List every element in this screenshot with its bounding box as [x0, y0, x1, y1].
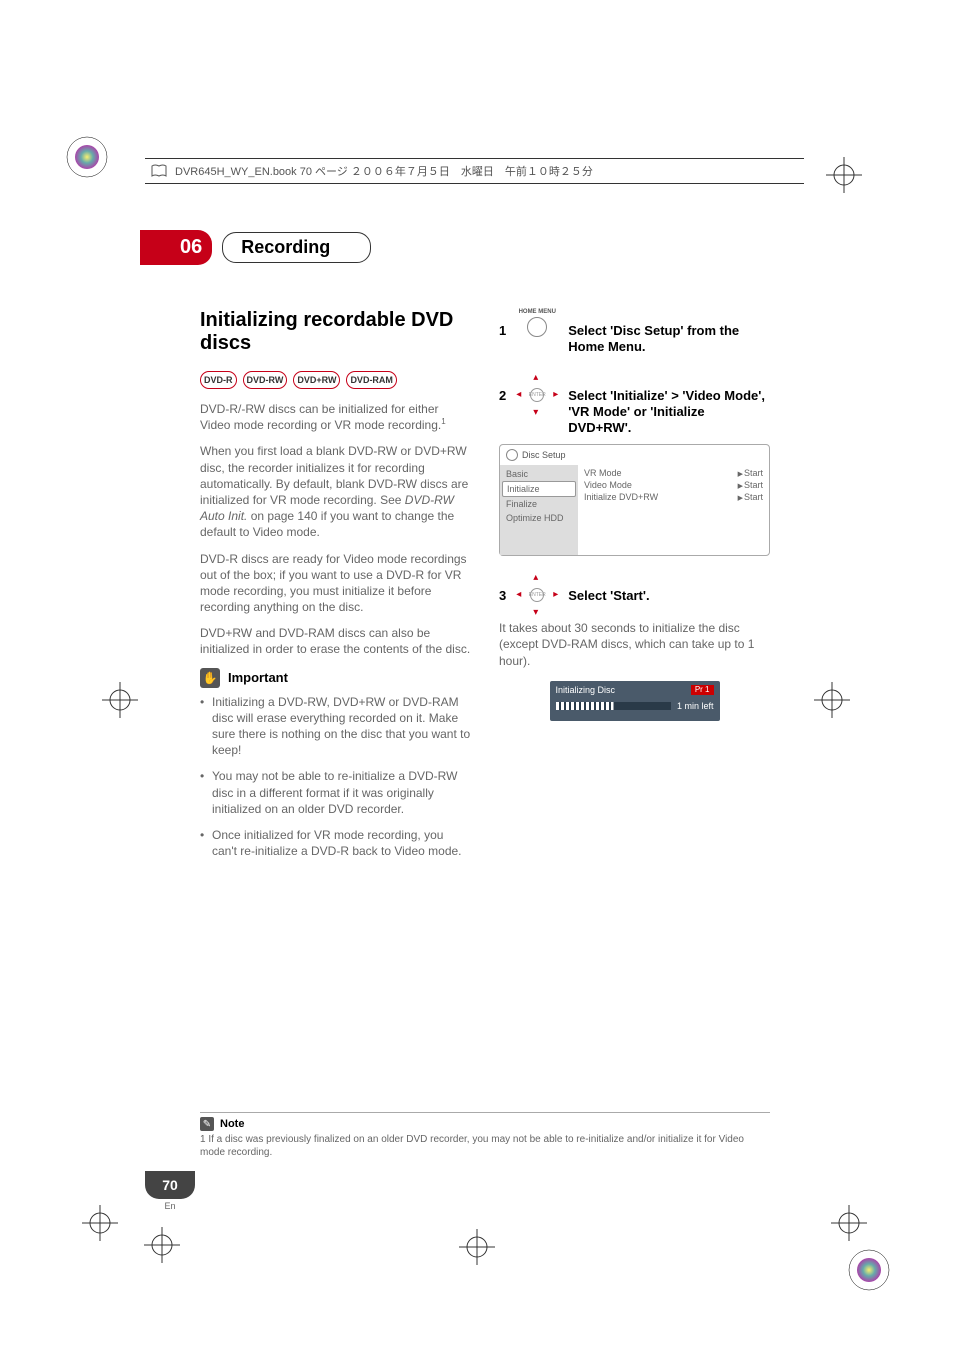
- progress-badge: Pr 1: [691, 685, 714, 695]
- disc-format-tags: DVD-R DVD-RW DVD+RW DVD-RAM: [200, 371, 471, 389]
- footnote-ref-1: 1: [441, 417, 445, 426]
- dpad-icon: ENTER ▴ ▾ ◂ ▸: [516, 374, 558, 416]
- tag-dvd-plus-rw: DVD+RW: [293, 371, 340, 389]
- disc-icon: [506, 449, 518, 461]
- important-label: Important: [228, 670, 288, 685]
- arrow-right-icon: ▸: [553, 389, 558, 400]
- arrow-down-icon: ▾: [533, 407, 538, 418]
- tag-dvd-r: DVD-R: [200, 371, 237, 389]
- opt-init-action: Start: [738, 492, 763, 502]
- ui-options: VR Mode Start Video Mode Start Initializ…: [578, 465, 769, 555]
- note-icon: ✎: [200, 1117, 214, 1131]
- home-menu-label: HOME MENU: [516, 309, 558, 315]
- opt-init-label: Initialize DVD+RW: [584, 492, 658, 502]
- crop-corner-br: [846, 1247, 892, 1293]
- tag-dvd-ram: DVD-RAM: [346, 371, 397, 389]
- crop-corner-tl: [64, 134, 110, 180]
- arrow-left-icon: ◂: [516, 389, 521, 400]
- left-column: Initializing recordable DVD discs DVD-R …: [200, 309, 471, 869]
- step-3-sub: It takes about 30 seconds to initialize …: [499, 620, 770, 669]
- opt-init-dvdrw: Initialize DVD+RW Start: [582, 491, 765, 503]
- opt-video-mode: Video Mode Start: [582, 479, 765, 491]
- home-menu-button-icon: HOME MENU: [516, 309, 558, 337]
- reg-mark-ml: [100, 680, 140, 720]
- file-header-strip: DVR645H_WY_EN.book 70 ページ ２００６年７月５日 水曜日 …: [145, 158, 804, 184]
- para-3: DVD-R discs are ready for Video mode rec…: [200, 551, 471, 616]
- bullet-1: Initializing a DVD-RW, DVD+RW or DVD-RAM…: [200, 694, 471, 759]
- section-title: Initializing recordable DVD discs: [200, 309, 471, 355]
- reg-mark-br2: [829, 1203, 869, 1243]
- chapter-title: Recording: [222, 232, 371, 263]
- reg-mark-bc: [457, 1227, 497, 1267]
- reg-mark-mr: [812, 680, 852, 720]
- opt-vr-action: Start: [738, 468, 763, 478]
- page-number-badge: 70 En: [145, 1171, 195, 1211]
- ui-side-menu: Basic Initialize Finalize Optimize HDD: [500, 465, 578, 555]
- file-header-text: DVR645H_WY_EN.book 70 ページ ２００６年７月５日 水曜日 …: [175, 163, 593, 179]
- important-icon: ✋: [200, 668, 220, 688]
- progress-screenshot: Initializing Disc Pr 1 1 min left: [550, 681, 720, 721]
- reg-mark-bl: [80, 1203, 120, 1243]
- step-3-num: 3: [499, 574, 506, 603]
- dpad-icon-2: ENTER ▴ ▾ ◂ ▸: [516, 574, 558, 616]
- para-4: DVD+RW and DVD-RAM discs can also be ini…: [200, 625, 471, 657]
- opt-video-action: Start: [738, 480, 763, 490]
- step-1-num: 1: [499, 309, 506, 338]
- step-3: 3 ENTER ▴ ▾ ◂ ▸ Select 'Start'.: [499, 574, 770, 616]
- ui-title: Disc Setup: [522, 450, 566, 460]
- menu-initialize: Initialize: [502, 481, 576, 497]
- arrow-right-icon-2: ▸: [553, 589, 558, 600]
- important-bullets: Initializing a DVD-RW, DVD+RW or DVD-RAM…: [200, 694, 471, 860]
- arrow-up-icon-2: ▴: [533, 572, 538, 583]
- page-lang: En: [145, 1201, 195, 1211]
- enter-button-icon-2: ENTER: [530, 588, 544, 602]
- step-2-text: Select 'Initialize' > 'Video Mode', 'VR …: [568, 374, 770, 437]
- step-2: 2 ENTER ▴ ▾ ◂ ▸ Select 'Initialize' > 'V…: [499, 374, 770, 437]
- note-label: Note: [220, 1118, 244, 1130]
- book-icon: [151, 164, 167, 178]
- chapter-number-badge: 06: [140, 230, 212, 265]
- reg-mark-tr: [824, 155, 864, 195]
- opt-vr-label: VR Mode: [584, 468, 622, 478]
- page-number: 70: [145, 1171, 195, 1199]
- progress-title: Initializing Disc: [556, 685, 616, 695]
- arrow-left-icon-2: ◂: [516, 589, 521, 600]
- tag-dvd-rw: DVD-RW: [243, 371, 288, 389]
- step-2-num: 2: [499, 374, 506, 403]
- note-section: ✎ Note 1 If a disc was previously finali…: [200, 1112, 770, 1159]
- reg-mark-bl2: [142, 1225, 182, 1265]
- arrow-up-icon: ▴: [533, 372, 538, 383]
- home-menu-circle-icon: [527, 317, 547, 337]
- para-1-text: DVD-R/-RW discs can be initialized for e…: [200, 402, 441, 432]
- menu-optimize: Optimize HDD: [502, 511, 576, 525]
- step-3-text: Select 'Start'.: [568, 574, 770, 604]
- important-heading: ✋ Important: [200, 668, 471, 688]
- opt-video-label: Video Mode: [584, 480, 632, 490]
- step-1: 1 HOME MENU Select 'Disc Setup' from the…: [499, 309, 770, 356]
- progress-bar: [556, 702, 671, 710]
- disc-setup-screenshot: Disc Setup Basic Initialize Finalize Opt…: [499, 444, 770, 556]
- bullet-3: Once initialized for VR mode recording, …: [200, 827, 471, 859]
- para-1: DVD-R/-RW discs can be initialized for e…: [200, 401, 471, 433]
- enter-button-icon: ENTER: [530, 388, 544, 402]
- chapter-header: 06 Recording: [200, 230, 770, 265]
- menu-basic: Basic: [502, 467, 576, 481]
- opt-vr-mode: VR Mode Start: [582, 467, 765, 479]
- arrow-down-icon-2: ▾: [533, 607, 538, 618]
- menu-finalize: Finalize: [502, 497, 576, 511]
- bullet-2: You may not be able to re-initialize a D…: [200, 768, 471, 817]
- progress-time: 1 min left: [677, 701, 714, 711]
- right-column: 1 HOME MENU Select 'Disc Setup' from the…: [499, 309, 770, 869]
- note-text: 1 If a disc was previously finalized on …: [200, 1133, 770, 1159]
- para-2: When you first load a blank DVD-RW or DV…: [200, 443, 471, 540]
- step-1-text: Select 'Disc Setup' from the Home Menu.: [568, 309, 770, 356]
